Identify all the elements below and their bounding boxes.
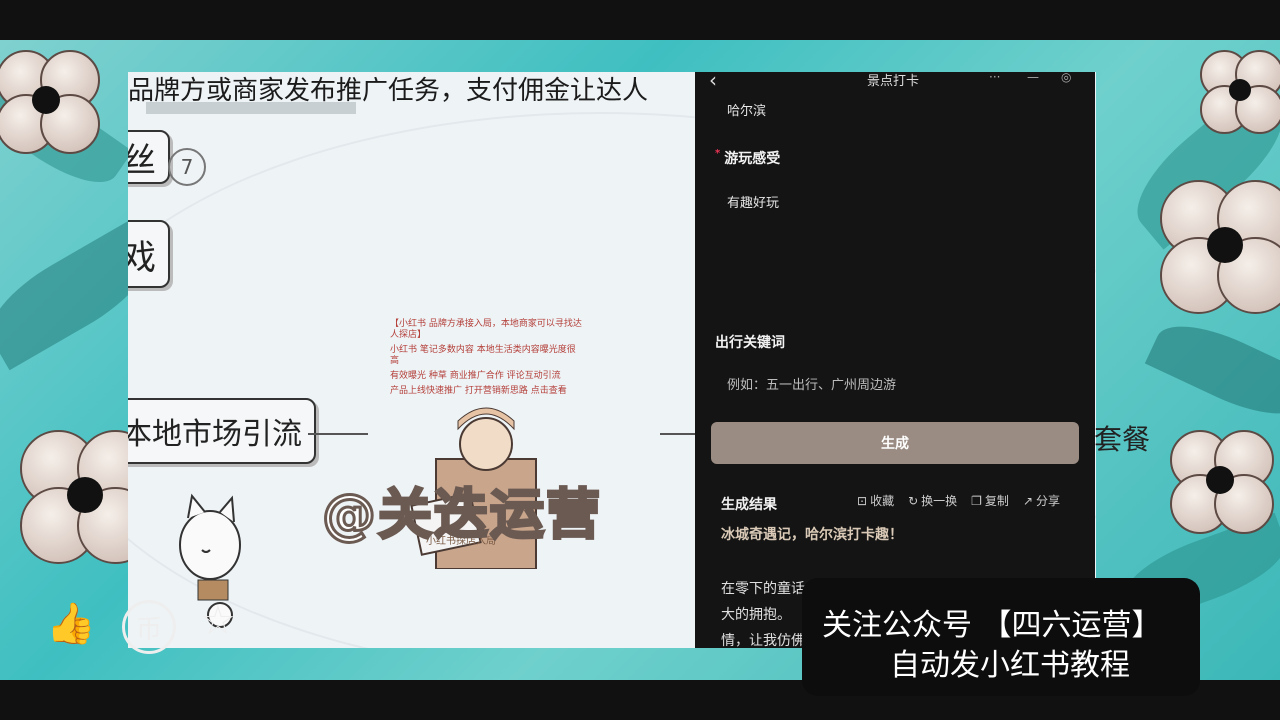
panel-title: 景点打卡 bbox=[867, 74, 920, 89]
copy-button[interactable]: ❐ 复制 bbox=[971, 492, 1009, 509]
leaf-decoration bbox=[1144, 309, 1280, 431]
like-thumb-icon[interactable]: 👍 bbox=[46, 600, 96, 647]
count-badge: 7 bbox=[168, 148, 206, 186]
keyword-input[interactable]: 例如：五一出行、广州周边游 bbox=[727, 374, 896, 393]
keyword-label: 出行关键词 bbox=[715, 335, 785, 351]
action-label: 复制 bbox=[984, 494, 1009, 508]
result-text-line: 大的拥抱。 bbox=[721, 607, 791, 623]
poster-text-line: 小红书 笔记多数内容 本地生活类内容曝光度很高 bbox=[390, 345, 576, 366]
mindmap-node-local-market: 本地市场引流 bbox=[128, 398, 316, 464]
poster-text-line: 有效曝光 种草 商业推广合作 评论互动引流 bbox=[390, 371, 561, 381]
poster-text-line: 【小红书 品牌方承接入局，本地商家可以寻找达人探店】 bbox=[390, 319, 582, 340]
flower-decoration bbox=[1200, 50, 1280, 134]
generator-app-panel: ‹ 景点打卡 ··· — ◎ 哈尔滨 * 游玩感受 有趣好玩 出行关键词 例如：五… bbox=[695, 72, 1095, 648]
panel-titlebar: ‹ 景点打卡 ··· — ◎ bbox=[695, 72, 1095, 92]
caption-line-1: 关注公众号 【四六运营】 bbox=[822, 608, 1162, 643]
minimize-icon[interactable]: — bbox=[1027, 72, 1039, 84]
connector-line bbox=[660, 433, 696, 435]
generate-button[interactable]: 生成 bbox=[711, 422, 1079, 464]
poster-text-line: 产品上线快速推广 打开营销新思路 点击查看 bbox=[390, 386, 567, 396]
feeling-label-text: 游玩感受 bbox=[724, 151, 781, 167]
favorite-star-icon[interactable]: ☆ bbox=[200, 598, 236, 644]
slide-text-fragment-right: 套餐 bbox=[1094, 423, 1151, 456]
connector-line bbox=[308, 433, 368, 435]
caption-line-2: 自动发小红书教程 bbox=[890, 648, 1130, 683]
slide-top-subtext bbox=[146, 102, 356, 114]
settings-circle-icon[interactable]: ◎ bbox=[1061, 72, 1071, 84]
result-label: 生成结果 bbox=[721, 497, 777, 513]
favorite-button[interactable]: ⊡ 收藏 bbox=[857, 492, 894, 509]
bookmark-icon: ⊡ bbox=[857, 493, 868, 508]
regenerate-button[interactable]: ↻ 换一换 bbox=[908, 492, 957, 509]
node-label: 戏 bbox=[128, 237, 156, 278]
node-label: 本地市场引流 bbox=[128, 417, 302, 452]
action-label: 分享 bbox=[1036, 494, 1061, 508]
required-asterisk: * bbox=[715, 148, 721, 159]
coin-icon[interactable]: 币 bbox=[122, 600, 176, 654]
action-label: 换一换 bbox=[921, 494, 958, 508]
more-dots-icon[interactable]: ··· bbox=[989, 72, 1000, 84]
watermark-text: @关迭运营 bbox=[321, 482, 602, 548]
flower-decoration bbox=[1170, 430, 1274, 534]
back-chevron-icon[interactable]: ‹ bbox=[709, 72, 717, 92]
copy-icon: ❐ bbox=[971, 493, 982, 508]
city-input[interactable]: 哈尔滨 bbox=[727, 100, 766, 119]
mindmap-node-fans: 丝 bbox=[128, 130, 170, 184]
flower-decoration bbox=[0, 50, 100, 154]
feeling-label: * 游玩感受 bbox=[715, 148, 780, 168]
result-text-line: 在零下的童话 bbox=[721, 581, 805, 597]
refresh-icon: ↻ bbox=[908, 493, 919, 508]
result-actions: ⊡ 收藏 ↻ 换一换 ❐ 复制 ↗ 分享 bbox=[857, 492, 1060, 509]
node-label: 丝 bbox=[128, 140, 156, 181]
flower-decoration bbox=[1160, 180, 1280, 314]
result-title: 冰城奇遇记，哈尔滨打卡趣！ bbox=[721, 527, 903, 543]
subtitle-caption: 关注公众号 【四六运营】 自动发小红书教程 bbox=[802, 578, 1200, 696]
share-icon: ↗ bbox=[1022, 493, 1033, 508]
share-button[interactable]: ↗ 分享 bbox=[1023, 492, 1060, 509]
feeling-textarea[interactable]: 有趣好玩 bbox=[727, 192, 779, 211]
mindmap-node-game: 戏 bbox=[128, 220, 170, 288]
result-text-line: 情，让我仿佛 bbox=[721, 633, 805, 648]
action-label: 收藏 bbox=[870, 494, 895, 508]
